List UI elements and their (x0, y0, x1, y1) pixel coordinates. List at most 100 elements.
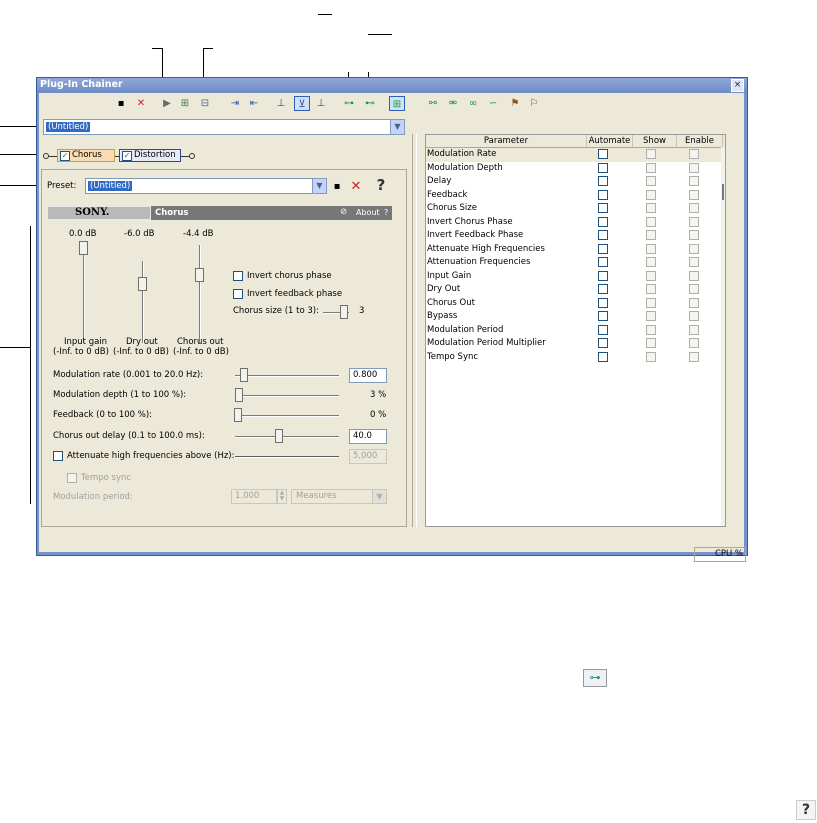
automate-checkbox[interactable] (598, 216, 608, 227)
move-right-icon[interactable]: ⇤ (246, 96, 262, 111)
enable-checkbox[interactable] (689, 243, 699, 254)
table-row[interactable]: Attenuation Frequencies (426, 256, 725, 270)
save-preset-icon[interactable]: ▪ (329, 179, 345, 194)
chorus-out-fader[interactable] (195, 268, 204, 282)
chain-reverse-icon[interactable]: ∽ (485, 96, 501, 111)
about-link[interactable]: About (356, 208, 380, 217)
mod-period-unit-combo[interactable]: Measures ▼ (291, 489, 387, 504)
show-checkbox[interactable] (646, 162, 656, 173)
automate-checkbox[interactable] (598, 176, 608, 186)
automate-checkbox[interactable] (598, 189, 608, 200)
enable-checkbox[interactable] (689, 351, 699, 362)
table-row[interactable]: Modulation Rate (426, 148, 725, 162)
table-row[interactable]: Modulation Depth (426, 162, 725, 176)
chevron-down-icon[interactable]: ▼ (390, 120, 404, 134)
table-row[interactable]: Chorus Out (426, 297, 725, 311)
chain-loop-icon[interactable]: ∞ (465, 96, 481, 111)
help-icon[interactable]: ? (373, 178, 389, 193)
table-row[interactable]: Feedback (426, 189, 725, 203)
chevron-down-icon[interactable]: ▼ (372, 490, 386, 503)
automate-checkbox[interactable] (598, 324, 608, 335)
table-row[interactable]: Delay (426, 175, 725, 189)
scroll-thumb[interactable] (722, 184, 724, 200)
invert-feedback-checkbox[interactable] (233, 289, 243, 299)
show-checkbox[interactable] (646, 351, 656, 362)
show-checkbox[interactable] (646, 338, 656, 348)
enable-checkbox[interactable] (689, 216, 699, 227)
show-checkbox[interactable] (646, 230, 656, 240)
envelope-alt-icon[interactable]: ⊥ (313, 96, 329, 111)
table-row[interactable]: Attenuate High Frequencies (426, 243, 725, 257)
table-row[interactable]: Tempo Sync (426, 351, 725, 365)
delete-icon[interactable]: ✕ (133, 96, 149, 111)
delay-input[interactable]: 40.0 (349, 429, 387, 444)
show-checkbox[interactable] (646, 216, 656, 227)
close-button[interactable]: × (731, 79, 744, 92)
dry-out-fader[interactable] (138, 277, 147, 291)
mod-depth-slider[interactable] (235, 388, 243, 402)
flag-remove-icon[interactable]: ⚐ (526, 96, 542, 111)
table-row[interactable]: Invert Feedback Phase (426, 229, 725, 243)
show-checkbox[interactable] (646, 203, 656, 213)
mod-rate-input[interactable]: 0.800 (349, 368, 387, 383)
attenuate-checkbox[interactable] (53, 451, 63, 461)
plugin-chorus[interactable]: ✓ Chorus (57, 149, 115, 162)
show-checkbox[interactable] (646, 324, 656, 335)
automate-checkbox[interactable] (598, 351, 608, 362)
table-row[interactable]: Modulation Period Multiplier (426, 337, 725, 351)
enable-checkbox[interactable] (689, 189, 699, 200)
feedback-slider[interactable] (234, 408, 242, 422)
delay-slider[interactable] (275, 429, 283, 443)
options-icon[interactable]: ⊟ (197, 96, 213, 111)
enable-checkbox[interactable] (689, 149, 699, 159)
enable-checkbox[interactable] (689, 230, 699, 240)
automate-checkbox[interactable] (598, 338, 608, 348)
table-row[interactable]: Input Gain (426, 270, 725, 284)
mod-period-spinner[interactable]: ▲ ▼ (277, 489, 287, 504)
table-row[interactable]: Modulation Period (426, 324, 725, 338)
envelope-active-icon[interactable]: ⊻ (294, 96, 310, 111)
invert-chorus-checkbox[interactable] (233, 271, 243, 281)
grid-scrollbar[interactable] (721, 147, 725, 526)
play-icon[interactable]: ▶ (159, 96, 175, 111)
flag-icon[interactable]: ⚑ (507, 96, 523, 111)
chevron-down-icon[interactable]: ▼ (312, 179, 326, 193)
enable-checkbox[interactable] (689, 203, 699, 213)
show-checkbox[interactable] (646, 257, 656, 267)
save-icon[interactable]: ▪ (113, 96, 129, 111)
enable-checkbox[interactable] (689, 162, 699, 173)
table-row[interactable]: Dry Out (426, 283, 725, 297)
automate-checkbox[interactable] (598, 230, 608, 240)
chain-break-icon[interactable]: ⚮ (445, 96, 461, 111)
column-header[interactable]: Show (633, 135, 677, 147)
automate-checkbox[interactable] (598, 311, 608, 321)
automate-checkbox[interactable] (598, 257, 608, 267)
column-header[interactable]: Enable (677, 135, 723, 147)
column-header[interactable]: Automate (587, 135, 633, 147)
automate-checkbox[interactable] (598, 203, 608, 213)
show-checkbox[interactable] (646, 176, 656, 186)
input-gain-fader[interactable] (79, 241, 88, 255)
bypass-icon[interactable]: ⊞ (177, 96, 193, 111)
plugin-help-link[interactable]: ? (384, 208, 388, 217)
plugin-enable-checkbox[interactable]: ✓ (60, 151, 70, 161)
column-header[interactable]: Parameter (426, 135, 587, 147)
routing-icon[interactable]: ⊞ (389, 96, 405, 111)
show-checkbox[interactable] (646, 311, 656, 321)
automate-checkbox[interactable] (598, 149, 608, 159)
show-checkbox[interactable] (646, 284, 656, 294)
automate-checkbox[interactable] (598, 284, 608, 294)
table-row[interactable]: Bypass (426, 310, 725, 324)
table-row[interactable]: Invert Chorus Phase (426, 216, 725, 230)
enable-checkbox[interactable] (689, 270, 699, 281)
enable-checkbox[interactable] (689, 311, 699, 321)
mod-period-input[interactable]: 1.000 (231, 489, 277, 504)
remove-plugin-icon[interactable]: ⊷ (362, 96, 378, 111)
attenuate-input[interactable]: 5,000 (349, 449, 387, 464)
enable-checkbox[interactable] (689, 257, 699, 267)
show-checkbox[interactable] (646, 297, 656, 308)
enable-checkbox[interactable] (689, 284, 699, 294)
mod-rate-slider[interactable] (240, 368, 248, 382)
plugin-distortion[interactable]: ✓ Distortion (119, 149, 181, 162)
show-checkbox[interactable] (646, 270, 656, 281)
